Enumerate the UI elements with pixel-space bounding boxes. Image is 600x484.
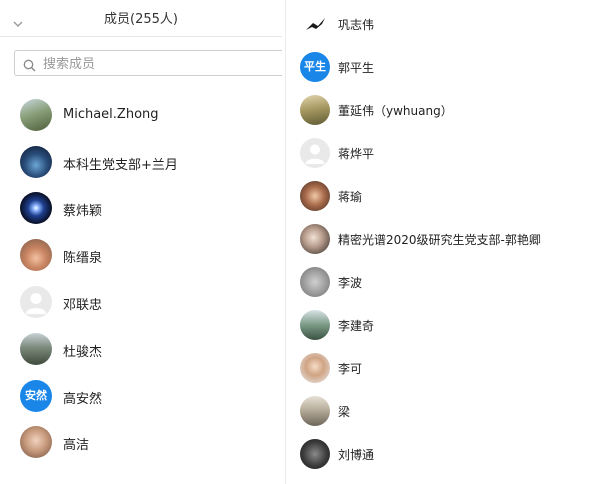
member-name: 邓联忠 (63, 298, 103, 313)
member-name: 梁 (338, 405, 351, 419)
avatar: 平生 (300, 52, 330, 82)
member-row[interactable]: 本科生党支部+兰月 (0, 142, 282, 182)
avatar (20, 192, 52, 224)
avatar (300, 181, 330, 211)
member-name: 蔡炜颖 (63, 204, 103, 219)
member-name: 精密光谱2020级研究生党支部-郭艳卿 (338, 233, 541, 247)
avatar (20, 333, 52, 365)
member-row[interactable]: 李波 (290, 263, 600, 303)
member-row[interactable]: 刘博通 (290, 435, 600, 475)
member-row[interactable]: Michael.Zhong (0, 95, 282, 135)
avatar (300, 95, 330, 125)
avatar (300, 9, 330, 39)
member-name: 李波 (338, 276, 363, 290)
avatar (300, 310, 330, 340)
member-name: 本科生党支部+兰月 (63, 158, 178, 173)
avatar (20, 99, 52, 131)
avatar (300, 439, 330, 469)
search-input[interactable] (41, 53, 275, 75)
avatar: 安然 (20, 380, 52, 412)
member-name: 蒋瑜 (338, 190, 363, 204)
member-name: 高安然 (63, 392, 103, 407)
avatar (300, 353, 330, 383)
member-row[interactable]: 李建奇 (290, 306, 600, 346)
member-row[interactable]: 梁 (290, 392, 600, 432)
search-icon (23, 57, 36, 76)
member-row[interactable]: 安然 高安然 (0, 376, 282, 416)
member-row[interactable]: 邓联忠 (0, 282, 282, 322)
member-name: 高洁 (63, 438, 90, 453)
panel-divider (285, 0, 286, 484)
avatar (300, 396, 330, 426)
member-row[interactable]: 董延伟（ywhuang） (290, 91, 600, 131)
default-avatar-icon (300, 138, 330, 168)
member-name: Michael.Zhong (63, 107, 159, 122)
avatar (300, 267, 330, 297)
member-name: 董延伟（ywhuang） (338, 104, 453, 118)
member-count-title: 成员(255人) (104, 12, 178, 27)
member-name: 刘博通 (338, 448, 375, 462)
member-row[interactable]: 巩志伟 (290, 5, 600, 45)
member-list-header: 成员(255人) (0, 0, 282, 37)
member-name: 杜骏杰 (63, 345, 103, 360)
member-name: 郭平生 (338, 61, 375, 75)
member-name: 李可 (338, 362, 363, 376)
search-box[interactable] (14, 50, 282, 76)
member-name: 巩志伟 (338, 18, 375, 32)
member-list-right-panel: 巩志伟 平生 郭平生 董延伟（ywhuang） 蒋烨平 蒋瑜 精密光谱2020级… (290, 0, 600, 484)
member-row[interactable]: 精密光谱2020级研究生党支部-郭艳卿 (290, 220, 600, 260)
member-name: 蒋烨平 (338, 147, 375, 161)
member-row[interactable]: 蒋瑜 (290, 177, 600, 217)
default-avatar-icon (20, 286, 52, 318)
member-row[interactable]: 杜骏杰 (0, 329, 282, 369)
member-list-left-panel: 成员(255人) Michael.Zhong 本科生党支部+兰月 蔡炜颖 陈缙泉… (0, 0, 282, 484)
member-row[interactable]: 蒋烨平 (290, 134, 600, 174)
member-row[interactable]: 陈缙泉 (0, 235, 282, 275)
avatar (20, 239, 52, 271)
avatar (20, 146, 52, 178)
avatar (20, 426, 52, 458)
member-row[interactable]: 高洁 (0, 422, 282, 462)
member-name: 李建奇 (338, 319, 375, 333)
member-name: 陈缙泉 (63, 251, 103, 266)
member-row[interactable]: 蔡炜颖 (0, 188, 282, 228)
member-row[interactable]: 李可 (290, 349, 600, 389)
member-row[interactable]: 平生 郭平生 (290, 48, 600, 88)
avatar (300, 224, 330, 254)
